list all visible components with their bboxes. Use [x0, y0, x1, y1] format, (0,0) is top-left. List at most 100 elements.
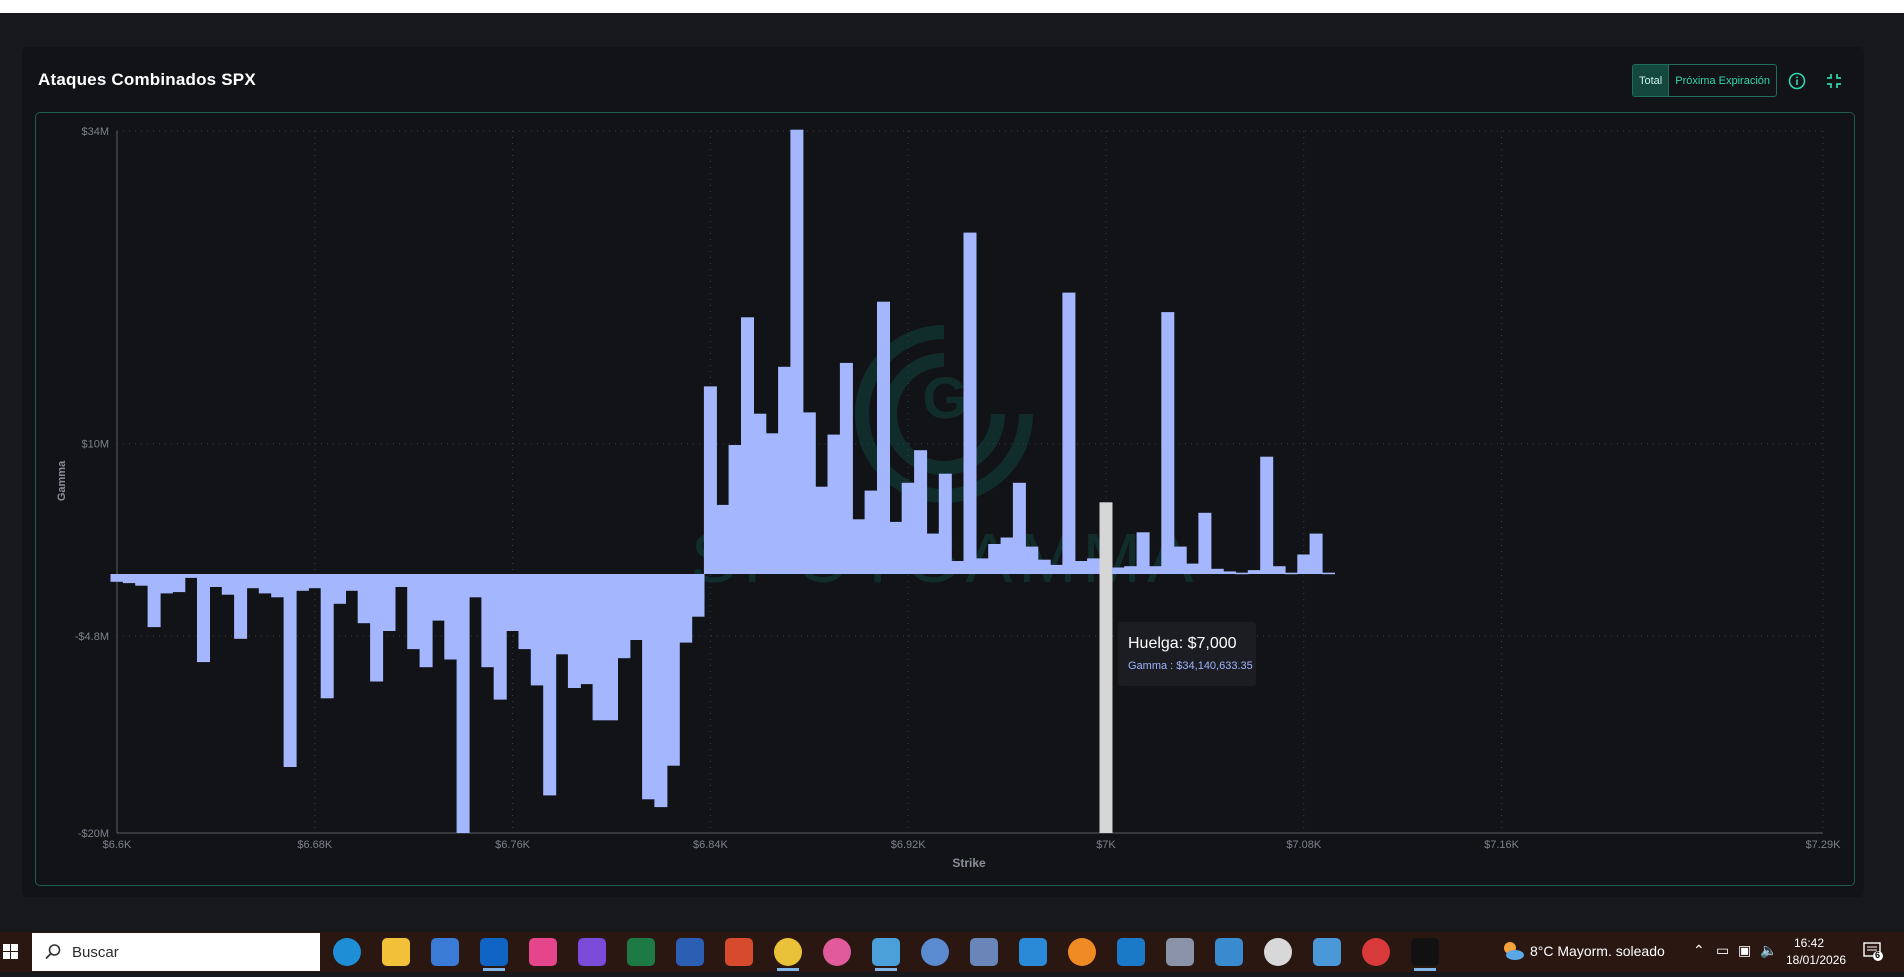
bar[interactable]: [456, 574, 470, 833]
chrome-icon[interactable]: [774, 938, 802, 966]
drive-app-icon[interactable]: [529, 938, 557, 966]
bar[interactable]: [1050, 564, 1063, 574]
notification-icon[interactable]: 6: [1862, 940, 1884, 962]
bar[interactable]: [518, 574, 532, 650]
bar[interactable]: [246, 574, 260, 589]
bar[interactable]: [221, 574, 235, 595]
bar[interactable]: [419, 574, 433, 668]
bar[interactable]: [333, 574, 346, 604]
bar[interactable]: [1223, 571, 1237, 574]
bar[interactable]: [493, 574, 507, 700]
bar[interactable]: [1198, 512, 1212, 574]
file-explorer-icon[interactable]: [382, 938, 410, 966]
bar[interactable]: [295, 574, 309, 591]
network-icon[interactable]: ▣: [1738, 942, 1751, 959]
bar[interactable]: [1087, 558, 1101, 574]
bar[interactable]: [988, 544, 1002, 574]
bar[interactable]: [1124, 566, 1138, 574]
bar[interactable]: [1247, 570, 1261, 574]
bar[interactable]: [1136, 532, 1150, 574]
bar[interactable]: [642, 574, 656, 800]
bar[interactable]: [778, 366, 792, 574]
word-icon[interactable]: [676, 938, 704, 966]
bar[interactable]: [1037, 559, 1051, 574]
bar[interactable]: [1161, 312, 1175, 574]
bar[interactable]: [938, 473, 952, 574]
bar[interactable]: [345, 574, 359, 591]
bar[interactable]: [543, 574, 557, 796]
bar[interactable]: [926, 533, 940, 574]
bar[interactable]: [184, 574, 198, 578]
firefox-icon[interactable]: [1068, 938, 1096, 966]
bar[interactable]: [172, 574, 186, 593]
bar[interactable]: [481, 574, 495, 668]
bar[interactable]: [790, 129, 804, 574]
vscode-icon[interactable]: [1117, 938, 1145, 966]
bar[interactable]: [605, 574, 618, 721]
volume-icon[interactable]: 🔈: [1760, 942, 1777, 959]
bar[interactable]: [951, 561, 965, 574]
bar[interactable]: [1272, 566, 1286, 574]
bar[interactable]: [1148, 566, 1162, 574]
bar[interactable]: [691, 574, 705, 617]
bar[interactable]: [592, 574, 606, 721]
bar[interactable]: [654, 574, 668, 808]
red-app-icon[interactable]: [1362, 938, 1390, 966]
remote-desktop-icon[interactable]: [970, 938, 998, 966]
bar[interactable]: [234, 574, 248, 639]
chevron-up-icon[interactable]: ⌃: [1693, 942, 1705, 959]
bar[interactable]: [567, 574, 581, 688]
network-app-icon[interactable]: [1166, 938, 1194, 966]
bar[interactable]: [1322, 572, 1335, 575]
pdf-app-icon[interactable]: [725, 938, 753, 966]
store-icon[interactable]: [431, 938, 459, 966]
bar[interactable]: [209, 574, 223, 587]
media-player-icon[interactable]: [1313, 938, 1341, 966]
bar[interactable]: [110, 574, 124, 582]
bar[interactable]: [914, 450, 928, 574]
bar[interactable]: [1000, 537, 1014, 575]
bar[interactable]: [839, 362, 853, 574]
bar[interactable]: [1210, 568, 1224, 574]
bar[interactable]: [1260, 456, 1274, 574]
drop-app-icon[interactable]: [823, 938, 851, 966]
bar[interactable]: [370, 574, 384, 682]
tradingview-icon[interactable]: [1411, 938, 1439, 966]
bar[interactable]: [889, 521, 903, 574]
bar[interactable]: [197, 574, 210, 663]
paint-app-icon[interactable]: [921, 938, 949, 966]
m365-icon[interactable]: [578, 938, 606, 966]
bar[interactable]: [802, 412, 816, 574]
teams-app-icon[interactable]: [1215, 938, 1243, 966]
bar[interactable]: [1186, 563, 1199, 574]
bar[interactable]: [469, 574, 482, 598]
bar[interactable]: [394, 574, 408, 587]
bar-highlighted[interactable]: [1099, 502, 1113, 574]
bar[interactable]: [741, 317, 754, 574]
bar[interactable]: [506, 574, 520, 631]
edge-icon[interactable]: [333, 938, 361, 966]
weather-icon[interactable]: [1500, 938, 1526, 964]
bar[interactable]: [122, 574, 136, 584]
excel-icon[interactable]: [627, 938, 655, 966]
bar[interactable]: [135, 574, 149, 586]
bar[interactable]: [1297, 554, 1311, 575]
bar[interactable]: [530, 574, 544, 686]
bar[interactable]: [753, 413, 767, 574]
taskbar-search[interactable]: Buscar: [32, 933, 320, 971]
bar[interactable]: [1309, 533, 1323, 574]
outlook-icon[interactable]: [480, 938, 508, 966]
bar[interactable]: [703, 386, 717, 574]
bar[interactable]: [271, 574, 285, 598]
bar[interactable]: [617, 574, 631, 659]
meet-icon[interactable]: ▭: [1716, 942, 1729, 959]
windows-start-icon[interactable]: [0, 932, 30, 972]
bar[interactable]: [283, 574, 297, 767]
bar[interactable]: [431, 574, 445, 621]
bar[interactable]: [963, 232, 977, 574]
diamond-app-icon[interactable]: [1019, 938, 1047, 966]
weather-text[interactable]: 8°C Mayorm. soleado: [1530, 943, 1665, 959]
bar[interactable]: [1173, 546, 1187, 574]
bar[interactable]: [1025, 546, 1039, 574]
bar[interactable]: [765, 433, 779, 574]
